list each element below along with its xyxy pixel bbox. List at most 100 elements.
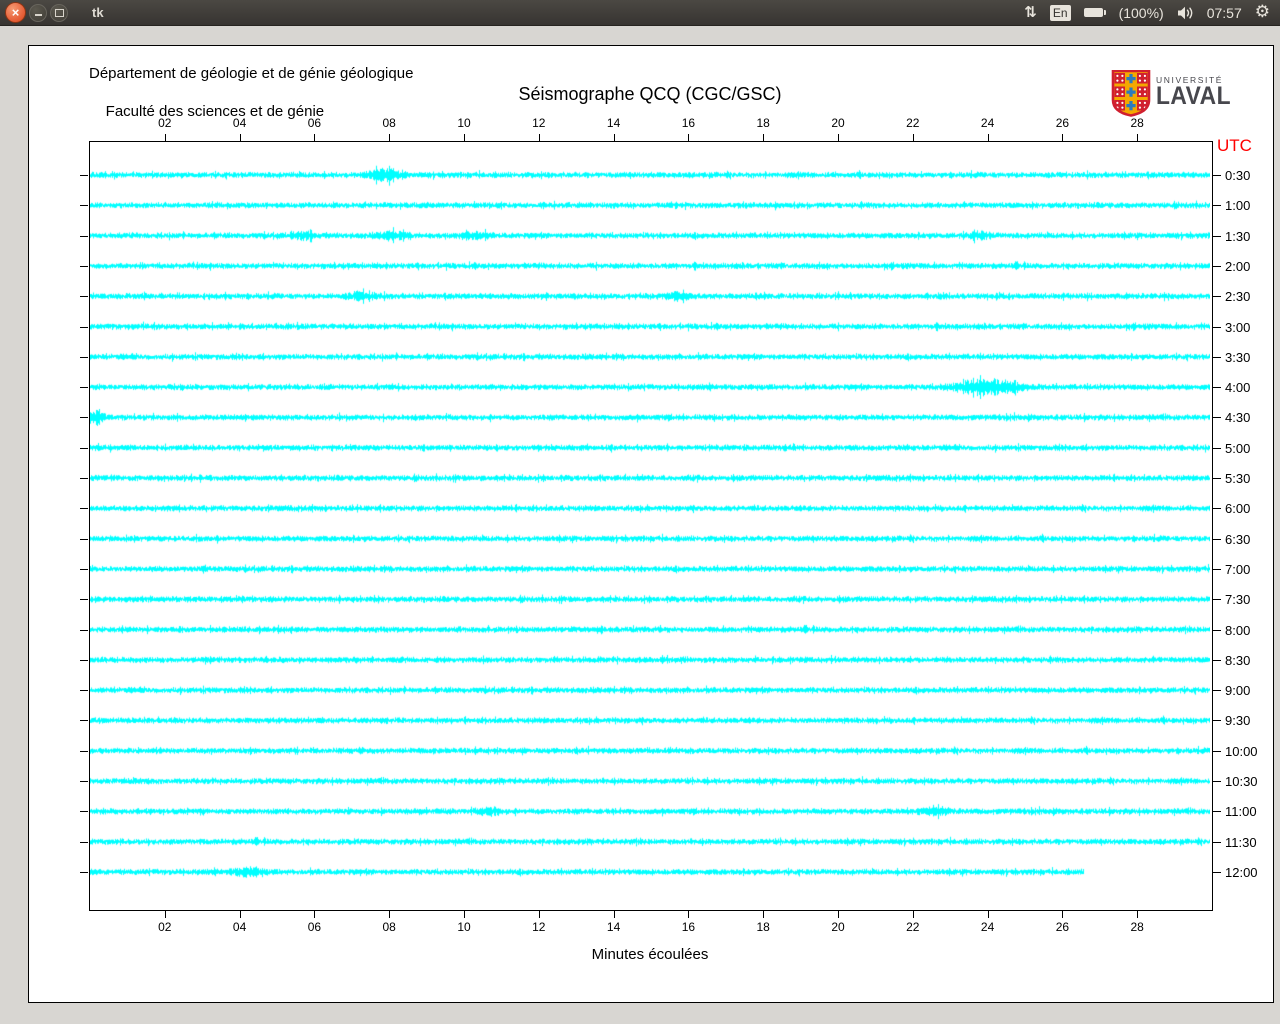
x-axis-tick-label-bottom: 12 [532,920,546,934]
trace-tick-right [1213,356,1221,358]
trace-tick-left [80,841,88,843]
x-axis-tick-bottom [1062,911,1064,918]
seismograph-traces [90,142,1210,908]
x-axis-tick-top [763,134,765,141]
trace-tick-left [80,781,88,783]
x-axis-tick-label-bottom: 16 [681,920,696,934]
trace-tick-right [1213,568,1221,570]
x-axis-tick-top [164,134,166,141]
laval-wordmark: UNIVERSITÉ LAVAL [1156,70,1235,111]
trace-tick-left [80,296,88,298]
utc-time-label: 6:30 [1225,531,1251,547]
x-axis-tick-label-bottom: 24 [980,920,995,934]
sync-arrows-icon[interactable]: ⇅ [1024,5,1037,20]
window-maximize-button[interactable] [50,3,68,22]
close-icon: × [11,5,20,20]
x-axis-tick-top [464,134,465,141]
utc-time-label: 4:00 [1225,380,1251,396]
x-axis-tick-bottom [688,911,690,918]
trace-tick-left [80,265,88,267]
trace-tick-left [80,205,88,207]
x-axis-tick-label-top: 06 [307,116,322,130]
trace-tick-right [1213,811,1221,813]
utc-time-label: 10:30 [1225,774,1258,790]
battery-body [1083,8,1103,17]
keyboard-layout-indicator[interactable]: En [1049,4,1071,21]
trace-tick-right [1213,235,1221,237]
x-axis-tick-label-top: 18 [756,116,770,130]
trace-tick-left [80,326,88,328]
utc-time-label: 7:00 [1225,561,1251,577]
volume-icon[interactable] [1177,6,1194,20]
trace-tick-right [1213,538,1221,540]
trace-tick-left [80,538,88,540]
trace-tick-left [80,417,88,419]
x-axis-tick-top [239,134,241,141]
utc-time-label: 9:00 [1225,683,1251,699]
utc-time-label: 12:00 [1225,864,1258,880]
x-axis-title: Minutes écoulées [591,946,709,963]
trace-tick-left [80,629,88,631]
trace-tick-right [1213,599,1221,601]
trace-tick-right [1213,508,1221,510]
trace-tick-left [80,235,88,237]
clock[interactable]: 07:57 [1207,5,1242,21]
window-title: tk [92,5,104,20]
trace-tick-right [1213,296,1221,298]
system-tray: ⇅ En (100%) 07:57 ⚙ [1024,4,1280,21]
x-axis-tick-label-bottom: 06 [307,920,322,934]
x-axis-tick-label-top: 02 [158,116,172,130]
utc-time-label: 5:00 [1225,440,1251,456]
x-axis-tick-bottom [389,911,391,918]
utc-time-label: 8:30 [1225,652,1251,668]
logo-text-laval: LAVAL [1156,81,1231,111]
utc-time-label: 2:00 [1225,258,1251,274]
trace-tick-left [80,871,88,873]
x-axis-tick-bottom [239,911,241,918]
x-axis-tick-label-bottom: 08 [382,920,396,934]
x-axis-tick-top [1137,134,1139,141]
trace-tick-right [1213,417,1221,419]
x-axis-tick-bottom [314,911,316,918]
utc-time-label: 1:30 [1225,228,1251,244]
x-axis-tick-label-top: 04 [232,116,247,130]
utc-time-label: 5:30 [1225,471,1251,487]
trace-tick-left [80,447,88,449]
x-axis-tick-label-bottom: 26 [1055,920,1070,934]
utc-axis-title: UTC [1217,136,1252,155]
trace-tick-left [80,175,88,176]
trace-tick-right [1213,478,1221,480]
window-close-button[interactable]: × [5,2,26,23]
trace-tick-right [1213,387,1221,389]
x-axis-tick-label-bottom: 18 [756,920,770,934]
x-axis-tick-bottom [613,911,615,918]
trace-tick-right [1213,265,1221,267]
x-axis-tick-bottom [838,911,839,918]
x-axis-tick-label-top: 22 [906,116,920,130]
utc-time-label: 4:30 [1225,410,1251,426]
x-axis-tick-label-bottom: 20 [831,920,845,934]
x-axis-tick-label-top: 08 [382,116,396,130]
battery-icon[interactable] [1083,8,1106,17]
x-axis-tick-bottom [912,911,914,918]
maximize-icon [54,8,64,17]
battery-percentage: (100%) [1118,4,1164,21]
trace-tick-left [80,568,88,570]
universite-laval-logo: UNIVERSITÉ LAVAL [1111,70,1235,117]
utc-time-label: 10:00 [1225,743,1258,759]
x-axis-tick-label-bottom: 28 [1130,920,1144,934]
utc-time-label: 9:30 [1225,713,1251,729]
trace-tick-right [1213,781,1221,783]
trace-tick-right [1213,690,1221,692]
trace-tick-right [1213,629,1221,631]
x-axis-tick-top [987,134,989,141]
window-minimize-button[interactable] [29,3,47,22]
utc-time-label: 8:00 [1225,622,1251,638]
x-axis-tick-label-top: 10 [457,116,471,130]
x-axis-tick-label-bottom: 22 [906,920,920,934]
x-axis-tick-bottom [1137,911,1139,918]
x-axis-tick-label-top: 26 [1055,116,1070,130]
x-axis-tick-label-bottom: 10 [457,920,471,934]
minimize-icon [34,14,42,16]
session-gear-icon[interactable]: ⚙ [1255,4,1270,21]
